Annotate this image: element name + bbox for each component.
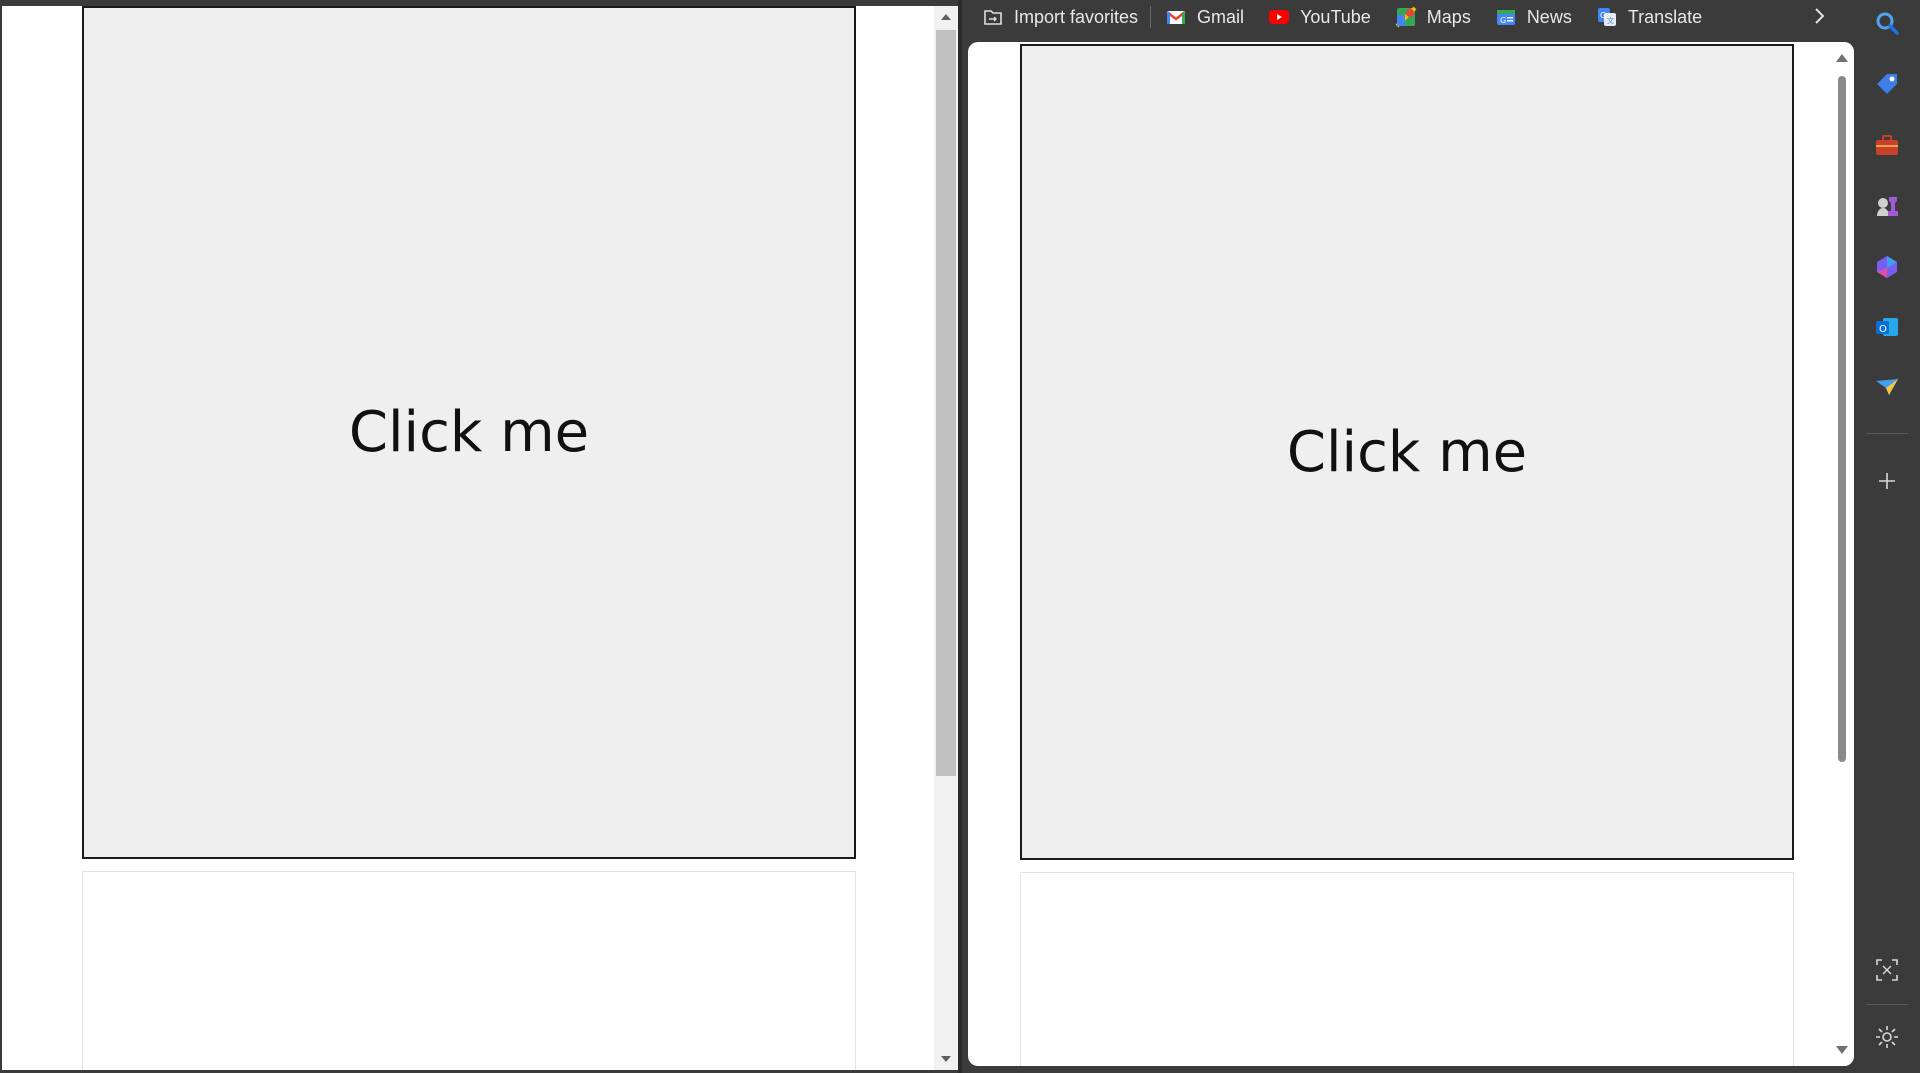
click-me-label: Click me [348,400,590,465]
fav-label: Gmail [1197,6,1245,27]
fav-news[interactable]: G News [1495,6,1572,28]
fav-youtube[interactable]: YouTube [1268,6,1371,28]
empty-box-right [1020,872,1794,1066]
add-icon[interactable] [1870,464,1904,498]
news-icon: G [1495,6,1517,28]
scroll-down-arrow-icon[interactable] [1836,1046,1848,1054]
fav-label: Translate [1627,6,1703,27]
copilot-icon[interactable] [1870,250,1904,284]
fav-label: Import favorites [1014,6,1139,27]
scrollbar-thumb[interactable] [1838,76,1846,762]
search-icon[interactable] [1870,6,1904,40]
click-me-label: Click me [1286,419,1528,485]
left-browser-pane: Click me [0,0,960,1073]
click-me-button-right[interactable]: Click me [1020,44,1794,860]
scroll-up-arrow-icon[interactable] [1836,54,1848,62]
sidebar-divider [1866,433,1908,434]
chevron-right-icon[interactable] [1807,4,1831,28]
sidebar-divider [1866,1004,1908,1005]
scroll-down-arrow-icon[interactable] [941,1056,951,1062]
fav-label: YouTube [1300,6,1371,27]
empty-box-left [82,871,856,1070]
svg-text:文: 文 [1607,16,1614,25]
outlook-icon[interactable]: O [1870,310,1904,344]
favorites-bar: Import favorites Gmail YouTube Maps G Ne [962,0,1854,34]
drop-icon[interactable] [1870,370,1904,404]
screenshot-icon[interactable] [1870,953,1904,987]
import-favorites-icon [982,6,1004,28]
settings-icon[interactable] [1870,1020,1904,1054]
games-icon[interactable] [1870,189,1904,223]
maps-icon [1395,6,1417,28]
right-scrollbar[interactable] [1830,42,1854,1066]
fav-gmail[interactable]: Gmail [1165,6,1244,28]
edge-sidebar: O [1854,0,1920,1073]
svg-text:O: O [1879,324,1887,335]
left-page-content: Click me [2,6,934,1070]
gmail-icon [1165,6,1187,28]
svg-text:G: G [1500,16,1506,25]
fav-translate[interactable]: G文 Translate [1596,6,1702,28]
svg-text:G: G [1600,11,1606,20]
click-me-button-left[interactable]: Click me [82,6,856,859]
browser-viewport: Click me [968,42,1854,1066]
youtube-icon [1268,6,1290,28]
scroll-up-arrow-icon[interactable] [941,14,951,20]
left-scrollbar[interactable] [934,6,958,1070]
fav-label: News [1526,6,1572,27]
translate-icon: G文 [1596,6,1618,28]
right-browser-pane: Import favorites Gmail YouTube Maps G Ne [962,0,1920,1073]
shopping-tag-icon[interactable] [1870,67,1904,101]
fav-maps[interactable]: Maps [1395,6,1471,28]
fav-import-favorites[interactable]: Import favorites [982,6,1138,28]
favorites-separator [1150,6,1152,28]
scrollbar-thumb[interactable] [936,30,956,776]
tools-icon[interactable] [1870,128,1904,162]
fav-label: Maps [1426,6,1471,27]
